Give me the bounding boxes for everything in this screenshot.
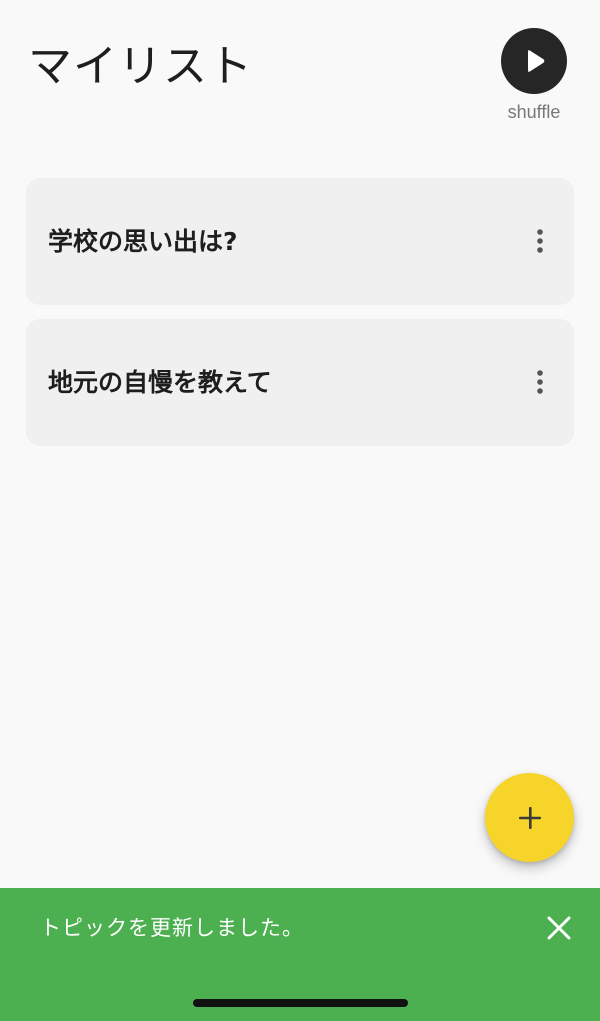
shuffle-label: shuffle xyxy=(507,102,561,122)
more-options-button[interactable] xyxy=(520,221,560,261)
snackbar-message: トピックを更新しました。 xyxy=(40,916,304,940)
close-icon xyxy=(546,915,572,941)
shuffle-control[interactable]: shuffle xyxy=(498,28,570,123)
plus-icon xyxy=(517,805,543,831)
more-vertical-icon xyxy=(536,228,544,254)
more-options-button[interactable] xyxy=(520,362,560,402)
snackbar-close-button[interactable] xyxy=(539,908,579,948)
topic-card[interactable]: 地元の自慢を教えて xyxy=(26,319,574,446)
page-title: マイリスト xyxy=(28,41,253,92)
topic-title: 学校の思い出は? xyxy=(48,227,238,256)
topic-title: 地元の自慢を教えて xyxy=(48,368,272,397)
more-vertical-icon xyxy=(536,369,544,395)
snackbar: トピックを更新しました。 xyxy=(0,888,600,1021)
play-icon xyxy=(519,46,549,76)
add-topic-button[interactable] xyxy=(485,773,574,862)
home-indicator[interactable] xyxy=(193,999,408,1007)
shuffle-button[interactable] xyxy=(501,28,567,94)
topic-card[interactable]: 学校の思い出は? xyxy=(26,178,574,305)
